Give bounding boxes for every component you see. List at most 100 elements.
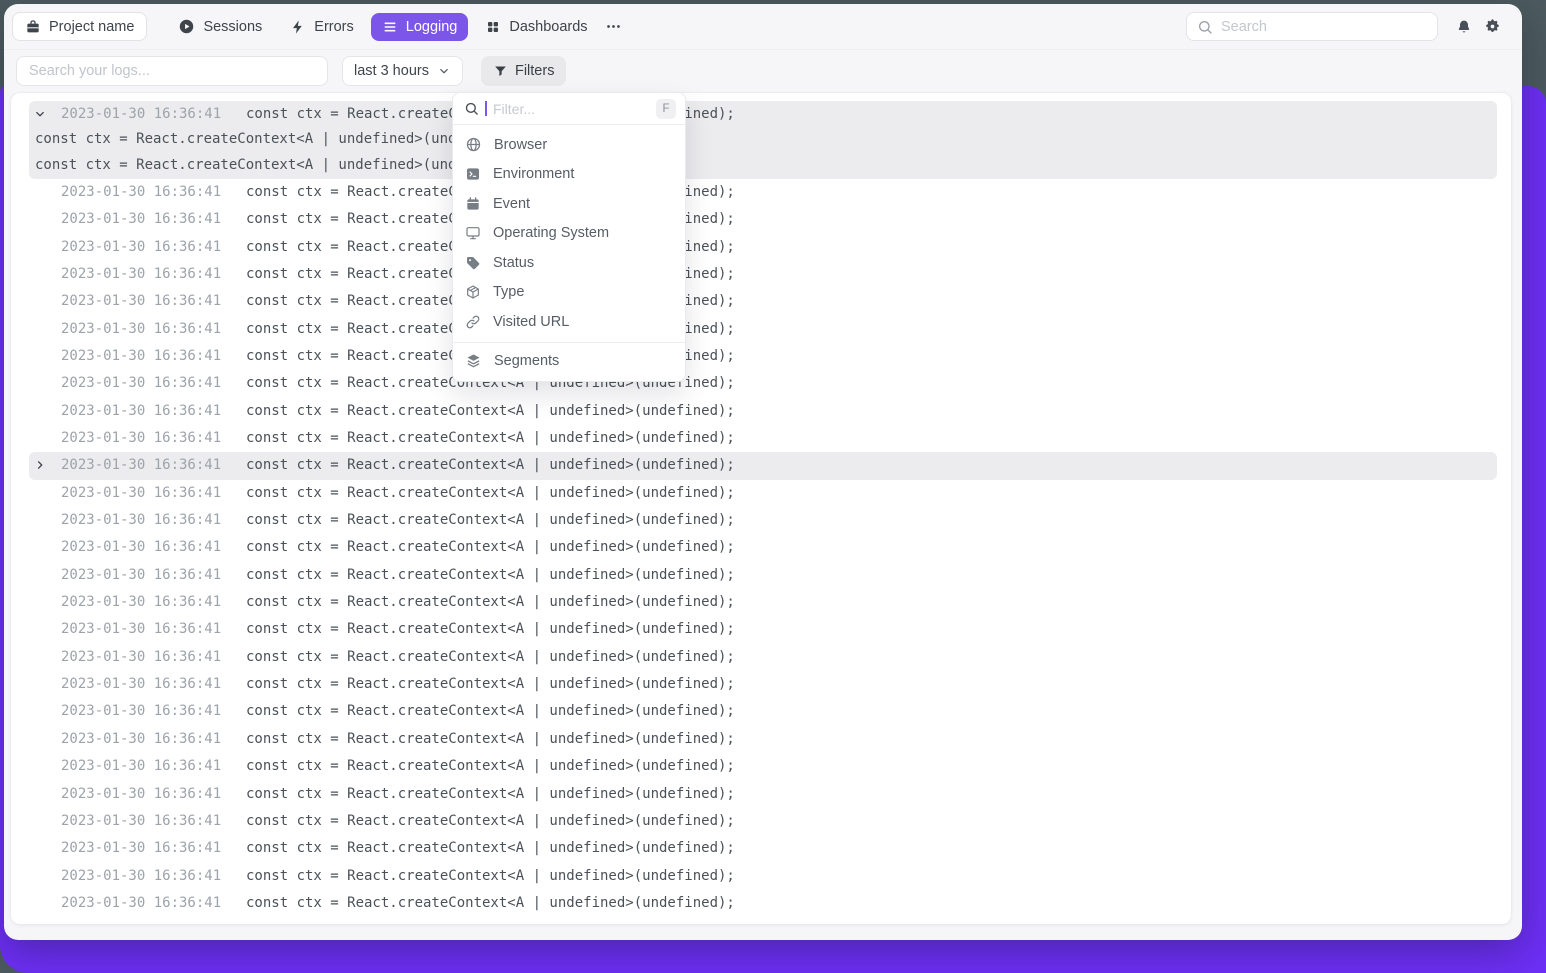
log-timestamp: 2023-01-30 16:36:41 — [61, 321, 221, 337]
log-row[interactable]: 2023-01-30 16:36:41const ctx = React.cre… — [29, 808, 1497, 835]
search-icon — [464, 101, 479, 116]
nav-items: SessionsErrorsLoggingDashboards — [167, 12, 598, 41]
project-switcher-button[interactable]: Project name — [12, 12, 147, 41]
terminal-icon — [465, 166, 481, 182]
log-timestamp: 2023-01-30 16:36:41 — [61, 512, 221, 528]
log-row[interactable]: 2023-01-30 16:36:41const ctx = React.cre… — [29, 316, 1497, 343]
filter-dropdown-search[interactable]: F — [453, 93, 685, 125]
text-cursor — [485, 101, 487, 116]
log-row[interactable]: 2023-01-30 16:36:41const ctx = React.cre… — [29, 534, 1497, 561]
log-row[interactable]: 2023-01-30 16:36:41 const ctx = React.cre… — [29, 644, 1497, 671]
package-icon — [465, 284, 481, 300]
chevron-down-icon[interactable] — [33, 107, 47, 121]
log-row[interactable]: 2023-01-30 16:36:41const ctx = React.cre… — [29, 234, 1497, 261]
log-detail-line: const ctx = React.createContext<A | unde… — [29, 128, 1497, 153]
log-toolbar: last 3 hours Filters — [4, 50, 1522, 92]
filters-button[interactable]: Filters — [481, 56, 566, 86]
log-timestamp: 2023-01-30 16:36:41 — [61, 786, 221, 802]
filter-dropdown: F BrowserEnvironmentEventOperating Syste… — [452, 92, 686, 382]
layers-icon — [465, 352, 482, 369]
log-row[interactable]: 2023-01-30 16:36:41const ctx = React.cre… — [29, 343, 1497, 370]
calendar-icon — [465, 196, 481, 212]
log-timestamp: 2023-01-30 16:36:41 — [61, 485, 221, 501]
log-row[interactable]: 2023-01-30 16:36:41 const ctx = React.cre… — [29, 480, 1497, 507]
filter-option-list: BrowserEnvironmentEventOperating SystemS… — [453, 125, 685, 342]
top-nav: Project name SessionsErrorsLoggingDashbo… — [4, 4, 1522, 50]
log-timestamp: 2023-01-30 16:36:41 — [61, 731, 221, 747]
log-row[interactable]: 2023-01-30 16:36:41const ctx = React.cre… — [29, 507, 1497, 534]
log-row[interactable]: 2023-01-30 16:36:41 const ctx = React.cre… — [29, 726, 1497, 753]
log-timestamp: 2023-01-30 16:36:41 — [61, 457, 221, 473]
ellipsis-icon — [605, 18, 622, 35]
log-message: const ctx = React.createContext<A | unde… — [246, 567, 735, 583]
log-search-field[interactable] — [16, 56, 328, 86]
link-icon — [465, 314, 481, 330]
gear-icon — [1484, 18, 1501, 35]
log-list-card: 2023-01-30 16:36:41 const ctx = React.cre… — [10, 92, 1512, 925]
log-row[interactable]: 2023-01-30 16:36:41const ctx = React.cre… — [29, 863, 1497, 890]
chevron-right-icon[interactable] — [33, 458, 47, 472]
filter-option-type[interactable]: Type — [453, 278, 685, 308]
filter-option-environment[interactable]: Environment — [453, 160, 685, 190]
briefcase-icon — [25, 19, 41, 35]
log-message: const ctx = React.createContext<A | unde… — [246, 649, 735, 665]
filters-button-label: Filters — [515, 63, 554, 79]
time-range-select[interactable]: last 3 hours — [342, 56, 463, 86]
log-row[interactable]: 2023-01-30 16:36:41const ctx = React.cre… — [29, 288, 1497, 315]
log-row[interactable]: 2023-01-30 16:36:41const ctx = React.cre… — [29, 753, 1497, 780]
log-timestamp: 2023-01-30 16:36:41 — [61, 649, 221, 665]
nav-item-dashboards[interactable]: Dashboards — [474, 13, 598, 41]
filter-option-visited-url[interactable]: Visited URL — [453, 307, 685, 337]
filter-option-operating-system[interactable]: Operating System — [453, 219, 685, 249]
log-message: const ctx = React.createContext<A | unde… — [246, 786, 735, 802]
log-timestamp: 2023-01-30 16:36:41 — [61, 621, 221, 637]
nav-item-errors[interactable]: Errors — [279, 13, 364, 41]
global-search-input[interactable] — [1221, 19, 1427, 35]
app-window: Project name SessionsErrorsLoggingDashbo… — [4, 4, 1522, 940]
log-row[interactable]: 2023-01-30 16:36:41const ctx = React.cre… — [29, 261, 1497, 288]
log-row[interactable]: 2023-01-30 16:36:41const ctx = React.cre… — [29, 398, 1497, 425]
log-row[interactable]: 2023-01-30 16:36:41const ctx = React.cre… — [29, 616, 1497, 643]
log-row[interactable]: 2023-01-30 16:36:41const ctx = React.cre… — [29, 589, 1497, 616]
log-row[interactable]: 2023-01-30 16:36:41const ctx = React.cre… — [29, 698, 1497, 725]
log-timestamp: 2023-01-30 16:36:41 — [61, 539, 221, 555]
notifications-button[interactable] — [1450, 13, 1478, 41]
log-row[interactable]: 2023-01-30 16:36:41const ctx = React.cre… — [29, 835, 1497, 862]
log-row[interactable]: 2023-01-30 16:36:41const ctx = React.cre… — [29, 206, 1497, 233]
filter-option-browser[interactable]: Browser — [453, 130, 685, 160]
log-message: const ctx = React.createContext<A | unde… — [246, 485, 735, 501]
tag-icon — [465, 255, 481, 271]
nav-item-sessions[interactable]: Sessions — [167, 12, 273, 41]
log-message: const ctx = React.createContext<A | unde… — [246, 868, 735, 884]
funnel-icon — [493, 64, 508, 79]
filter-option-status[interactable]: Status — [453, 248, 685, 278]
log-row[interactable]: 2023-01-30 16:36:41const ctx = React.cre… — [29, 425, 1497, 452]
log-timestamp: 2023-01-30 16:36:41 — [61, 813, 221, 829]
filter-option-segments[interactable]: Segments — [453, 346, 685, 376]
nav-more-button[interactable] — [599, 12, 628, 41]
log-message: const ctx = React.createContext<A | unde… — [246, 403, 735, 419]
log-row[interactable]: 2023-01-30 16:36:41const ctx = React.cre… — [29, 562, 1497, 589]
filter-search-input[interactable] — [493, 101, 650, 117]
play-circle-icon — [178, 18, 195, 35]
log-message: const ctx = React.createContext<A | unde… — [246, 676, 735, 692]
log-entry-expanded[interactable]: 2023-01-30 16:36:41const ctx = React.cre… — [29, 101, 1497, 179]
log-message: const ctx = React.createContext<A | unde… — [246, 840, 735, 856]
log-timestamp: 2023-01-30 16:36:41 — [61, 266, 221, 282]
page-background: Project name SessionsErrorsLoggingDashbo… — [0, 0, 1546, 973]
log-row[interactable]: 2023-01-30 16:36:41const ctx = React.cre… — [29, 671, 1497, 698]
log-row-header[interactable]: 2023-01-30 16:36:41const ctx = React.cre… — [29, 101, 1497, 128]
log-message: const ctx = React.createContext<A | unde… — [246, 457, 735, 473]
log-row[interactable]: 2023-01-30 16:36:41 const ctx = React.cre… — [29, 781, 1497, 808]
filter-option-event[interactable]: Event — [453, 189, 685, 219]
log-message: const ctx = React.createContext<A | unde… — [246, 731, 735, 747]
log-row[interactable]: 2023-01-30 16:36:41const ctx = React.cre… — [29, 370, 1497, 397]
nav-item-logging[interactable]: Logging — [371, 13, 469, 41]
log-search-input[interactable] — [29, 63, 315, 79]
chevron-down-icon — [437, 64, 451, 78]
settings-button[interactable] — [1478, 13, 1506, 41]
log-row[interactable]: 2023-01-30 16:36:41const ctx = React.cre… — [29, 890, 1497, 917]
log-row-selected[interactable]: 2023-01-30 16:36:41 const ctx = React.cre… — [29, 452, 1497, 479]
global-search[interactable] — [1186, 12, 1438, 41]
log-row[interactable]: 2023-01-30 16:36:41const ctx = React.cre… — [29, 179, 1497, 206]
